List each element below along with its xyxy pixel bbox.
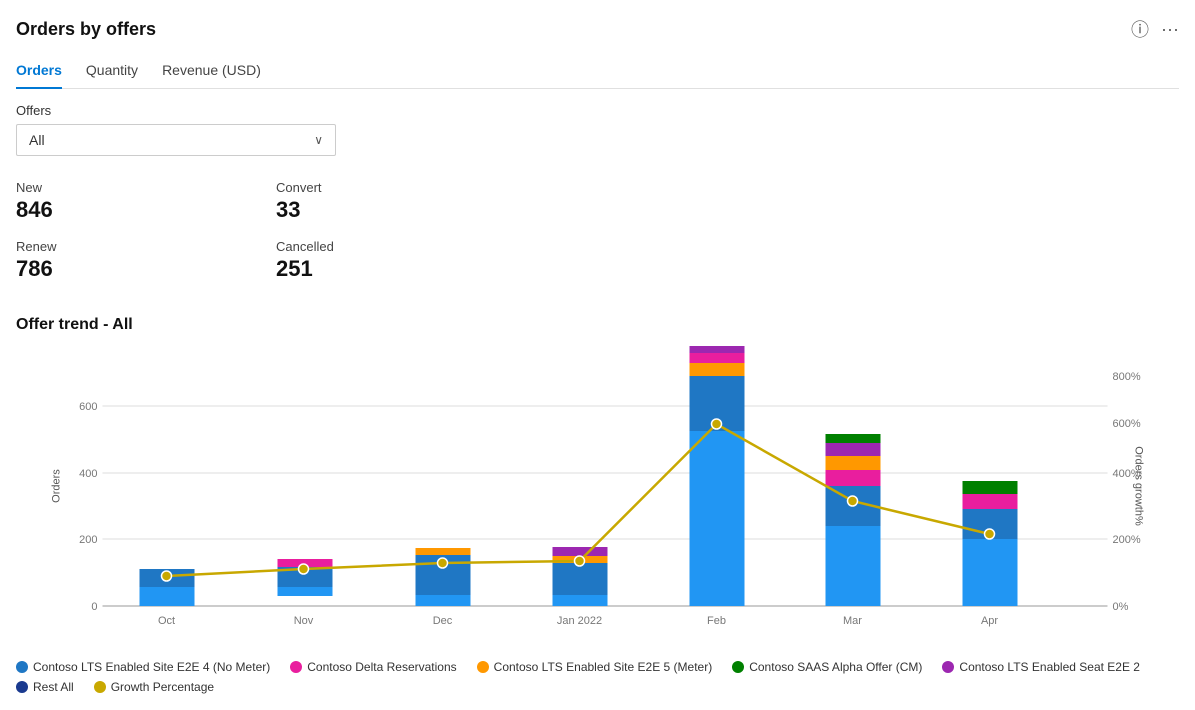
tab-quantity[interactable]: Quantity	[86, 54, 138, 88]
svg-text:Nov: Nov	[294, 615, 314, 627]
metric-cancelled: Cancelled 251	[276, 233, 536, 292]
svg-text:Apr: Apr	[981, 615, 998, 627]
legend-label-lts-e2e4: Contoso LTS Enabled Site E2E 4 (No Meter…	[33, 660, 270, 674]
svg-text:Orders: Orders	[51, 469, 63, 503]
growth-dot-apr	[985, 529, 995, 539]
more-options-icon[interactable]: ···	[1161, 19, 1179, 40]
legend-color-saas-alpha	[732, 661, 744, 673]
tab-bar: Orders Quantity Revenue (USD)	[16, 54, 1179, 89]
header-icons: ⓘ ···	[1131, 16, 1179, 42]
svg-text:Dec: Dec	[433, 615, 453, 627]
legend-color-lts-meter	[477, 661, 489, 673]
bar-chart: Orders Orders growth% 0 200 400 600 0% 2…	[16, 346, 1179, 646]
metric-new: New 846	[16, 174, 276, 233]
legend-item-lts-seat-e2e2: Contoso LTS Enabled Seat E2E 2	[942, 660, 1140, 674]
dropdown-value: All	[29, 132, 45, 148]
legend-item-saas-alpha: Contoso SAAS Alpha Offer (CM)	[732, 660, 922, 674]
legend-label-delta: Contoso Delta Reservations	[307, 660, 456, 674]
svg-text:0: 0	[91, 601, 97, 613]
svg-text:Mar: Mar	[843, 615, 862, 627]
metric-new-value: 846	[16, 197, 276, 223]
metric-convert-label: Convert	[276, 180, 536, 195]
legend-item-rest-all: Rest All	[16, 680, 74, 694]
info-icon[interactable]: ⓘ	[1131, 16, 1149, 42]
svg-text:Orders growth%: Orders growth%	[1133, 446, 1145, 526]
svg-text:200%: 200%	[1113, 534, 1141, 546]
legend-color-growth	[94, 681, 106, 693]
svg-text:400%: 400%	[1113, 468, 1141, 480]
chart-container: Orders Orders growth% 0 200 400 600 0% 2…	[16, 346, 1179, 646]
svg-text:0%: 0%	[1113, 601, 1129, 613]
metric-cancelled-label: Cancelled	[276, 239, 536, 254]
legend-item-delta-reservations: Contoso Delta Reservations	[290, 660, 456, 674]
tab-revenue[interactable]: Revenue (USD)	[162, 54, 261, 88]
svg-text:Jan 2022: Jan 2022	[557, 615, 602, 627]
growth-dot-jan	[575, 556, 585, 566]
legend-label-saas-alpha: Contoso SAAS Alpha Offer (CM)	[749, 660, 922, 674]
svg-text:800%: 800%	[1113, 371, 1141, 383]
legend-item-contoso-lts-site-e2e4: Contoso LTS Enabled Site E2E 4 (No Meter…	[16, 660, 270, 674]
legend-color-delta	[290, 661, 302, 673]
chart-title: Offer trend - All	[16, 316, 1179, 334]
legend-label-rest-all: Rest All	[33, 680, 74, 694]
chart-legend: Contoso LTS Enabled Site E2E 4 (No Meter…	[16, 660, 1179, 694]
legend-label-lts-meter: Contoso LTS Enabled Site E2E 5 (Meter)	[494, 660, 713, 674]
legend-item-lts-meter: Contoso LTS Enabled Site E2E 5 (Meter)	[477, 660, 713, 674]
svg-text:600: 600	[79, 401, 97, 413]
offers-label: Offers	[16, 103, 1179, 118]
legend-label-lts-seat: Contoso LTS Enabled Seat E2E 2	[959, 660, 1140, 674]
growth-dot-dec	[438, 558, 448, 568]
chart-section: Offer trend - All Orders Orders growth% …	[16, 316, 1179, 694]
svg-text:Feb: Feb	[707, 615, 726, 627]
chevron-down-icon: ∨	[314, 133, 323, 147]
legend-color-lts-seat	[942, 661, 954, 673]
metric-renew: Renew 786	[16, 233, 276, 292]
page-header: Orders by offers ⓘ ···	[16, 16, 1179, 42]
legend-color-lts-e2e4	[16, 661, 28, 673]
metric-cancelled-value: 251	[276, 256, 536, 282]
metric-convert: Convert 33	[276, 174, 536, 233]
metric-renew-label: Renew	[16, 239, 276, 254]
svg-text:Oct: Oct	[158, 615, 175, 627]
growth-dot-mar	[848, 496, 858, 506]
page-title: Orders by offers	[16, 19, 156, 40]
metric-convert-value: 33	[276, 197, 536, 223]
svg-text:400: 400	[79, 468, 97, 480]
growth-dot-oct	[162, 571, 172, 581]
tab-orders[interactable]: Orders	[16, 54, 62, 88]
legend-color-rest-all	[16, 681, 28, 693]
legend-item-growth: Growth Percentage	[94, 680, 214, 694]
growth-dot-nov	[299, 564, 309, 574]
svg-text:600%: 600%	[1113, 418, 1141, 430]
legend-label-growth: Growth Percentage	[111, 680, 214, 694]
svg-text:200: 200	[79, 534, 97, 546]
metric-renew-value: 786	[16, 256, 276, 282]
growth-dot-feb	[712, 419, 722, 429]
metrics-grid: New 846 Convert 33 Renew 786 Cancelled 2…	[16, 174, 536, 292]
offers-dropdown[interactable]: All ∨	[16, 124, 336, 156]
metric-new-label: New	[16, 180, 276, 195]
